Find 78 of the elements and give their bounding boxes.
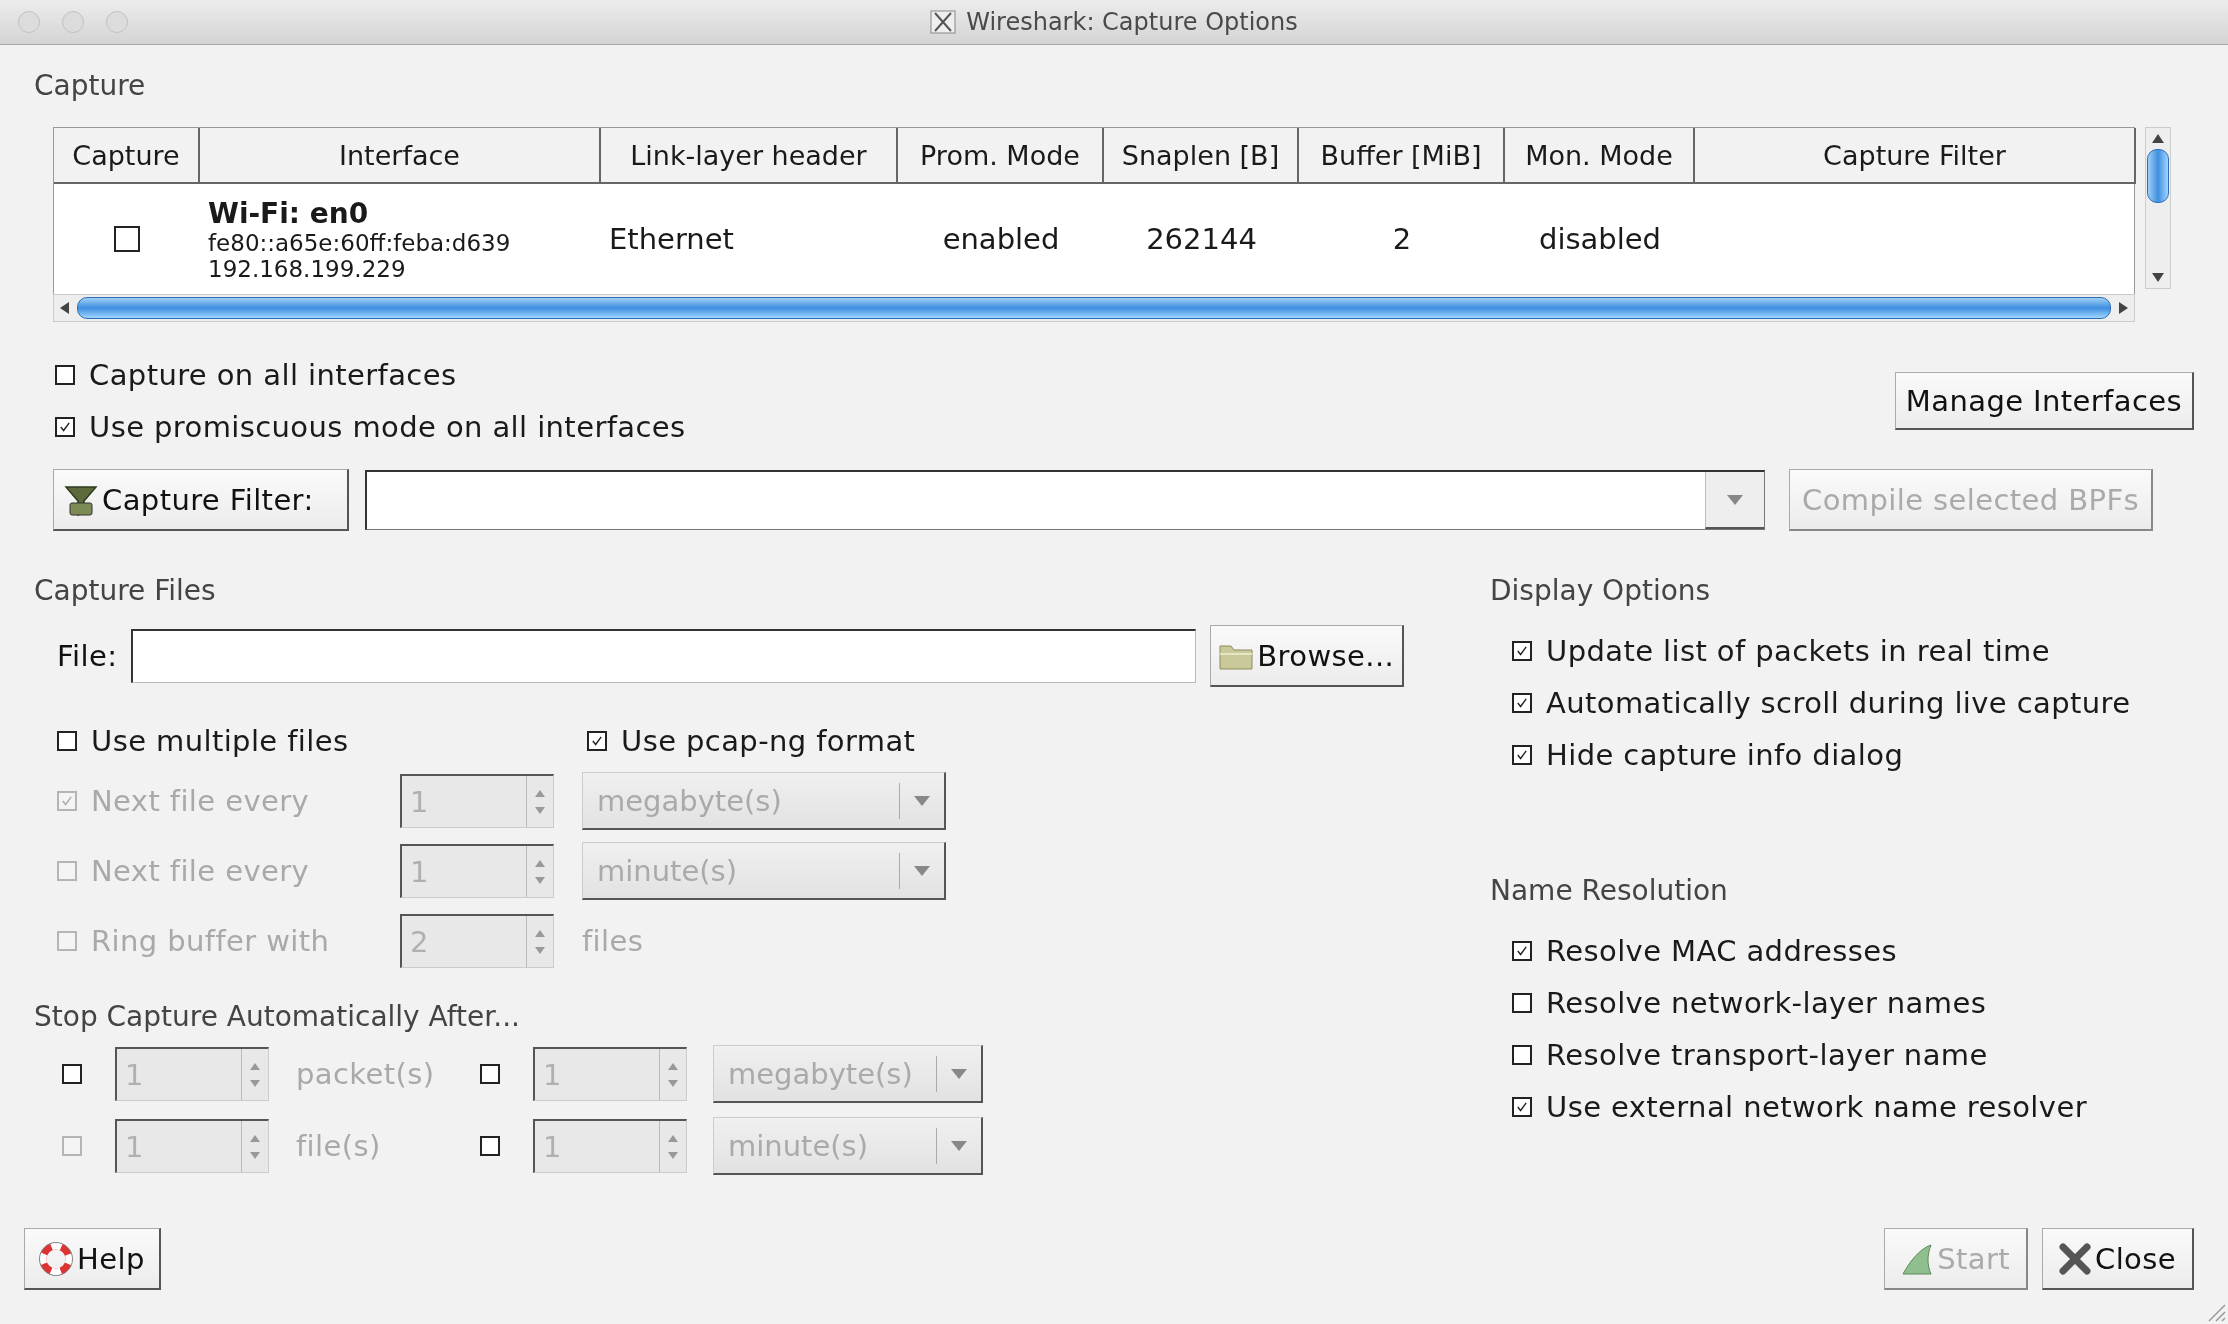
column-header[interactable]: Capture Filter (1695, 128, 2136, 184)
interface-address: fe80::a65e:60ff:feba:d639 (208, 229, 511, 256)
checkmark-icon (1515, 1100, 1529, 1114)
checkbox[interactable] (1512, 1045, 1532, 1065)
checkbox[interactable] (1512, 693, 1532, 713)
table-cell: Ethernet (609, 222, 734, 256)
checkmark-icon (1515, 748, 1529, 762)
checkbox-label[interactable]: Use promiscuous mode on all interfaces (89, 410, 686, 444)
checkbox[interactable] (1512, 1097, 1532, 1117)
checkbox[interactable] (1512, 993, 1532, 1013)
section-heading: Name Resolution (1490, 874, 1729, 909)
checkbox-label[interactable]: Use multiple files (91, 724, 349, 758)
checkbox[interactable] (114, 226, 140, 252)
checkbox-label[interactable]: Capture on all interfaces (89, 358, 457, 392)
table-cell: enabled (942, 222, 1060, 256)
section-heading: Stop Capture Automatically After... (34, 1000, 521, 1035)
checkmark-icon (1515, 696, 1529, 710)
interface-address: 192.168.199.229 (208, 255, 406, 282)
help-button[interactable]: Help (24, 1228, 161, 1290)
checkmark-icon (1515, 944, 1529, 958)
section-heading: Capture Files (34, 574, 217, 609)
checkbox[interactable] (62, 1064, 82, 1084)
x-app-icon (930, 10, 957, 34)
table-cell: 262144 (1146, 222, 1257, 256)
interface-name: Wi-Fi: en0 (208, 196, 369, 230)
close-button[interactable]: Close (2042, 1228, 2194, 1290)
capture-filter-button[interactable]: Capture Filter: (53, 469, 349, 531)
help-icon (39, 1241, 73, 1276)
file-field[interactable] (131, 629, 1197, 683)
checkbox[interactable] (55, 417, 75, 437)
column-header[interactable]: Link-layer header (601, 128, 898, 184)
column-header[interactable]: Capture (54, 128, 200, 184)
unit-label: file(s) (296, 1129, 381, 1163)
caret-icon (913, 864, 931, 877)
checkbox-label[interactable]: Use external network name resolver (1546, 1090, 2087, 1124)
caret-icon (1726, 493, 1744, 506)
table-cell: 2 (1392, 222, 1412, 256)
checkbox-label[interactable]: Use pcap-ng format (621, 724, 916, 758)
caret-icon (913, 794, 931, 807)
checkbox-label[interactable]: Update list of packets in real time (1546, 634, 2050, 668)
column-header[interactable]: Buffer [MiB] (1299, 128, 1505, 184)
browse-button[interactable]: Browse... (1210, 625, 1405, 687)
caret-icon (950, 1067, 968, 1080)
field-label: File: (57, 639, 118, 673)
checkmark-icon (1515, 644, 1529, 658)
section-heading: Display Options (1490, 574, 1712, 609)
checkbox-label[interactable]: Resolve MAC addresses (1546, 934, 1897, 968)
checkmark-icon (58, 420, 72, 434)
checkbox[interactable] (480, 1136, 500, 1156)
caret-icon (950, 1139, 968, 1152)
close-icon (2059, 1242, 2091, 1275)
checkbox-label[interactable]: Resolve transport-layer name (1546, 1038, 1988, 1072)
column-header[interactable]: Interface (200, 128, 601, 184)
unit-label: files (582, 924, 644, 958)
checkbox-label[interactable]: Hide capture info dialog (1546, 738, 1904, 772)
unit-label: packet(s) (296, 1057, 435, 1091)
checkmark-icon (590, 734, 604, 748)
checkbox[interactable] (55, 365, 75, 385)
checkbox[interactable] (480, 1064, 500, 1084)
horizontal-scrollbar[interactable] (53, 294, 2135, 322)
column-header[interactable]: Snaplen [B] (1104, 128, 1299, 184)
capture-filter-field[interactable] (365, 470, 1765, 530)
section-heading: Capture (34, 69, 147, 104)
column-header[interactable]: Mon. Mode (1505, 128, 1695, 184)
checkbox[interactable] (1512, 641, 1532, 661)
vertical-scrollbar[interactable] (2145, 127, 2171, 289)
table-cell: disabled (1538, 222, 1662, 256)
column-header[interactable]: Prom. Mode (898, 128, 1104, 184)
manage-interfaces-button[interactable]: Manage Interfaces (1894, 372, 2194, 430)
checkbox[interactable] (1512, 745, 1532, 765)
fin-icon (1901, 1242, 1934, 1275)
checkmark-icon (60, 794, 74, 808)
checkbox[interactable] (57, 731, 77, 751)
window-title: Wireshark: Capture Options (966, 8, 1298, 36)
checkbox[interactable] (587, 731, 607, 751)
checkbox-label[interactable]: Resolve network-layer names (1546, 986, 1987, 1020)
checkbox-label[interactable]: Automatically scroll during live capture (1546, 686, 2131, 720)
checkbox[interactable] (1512, 941, 1532, 961)
